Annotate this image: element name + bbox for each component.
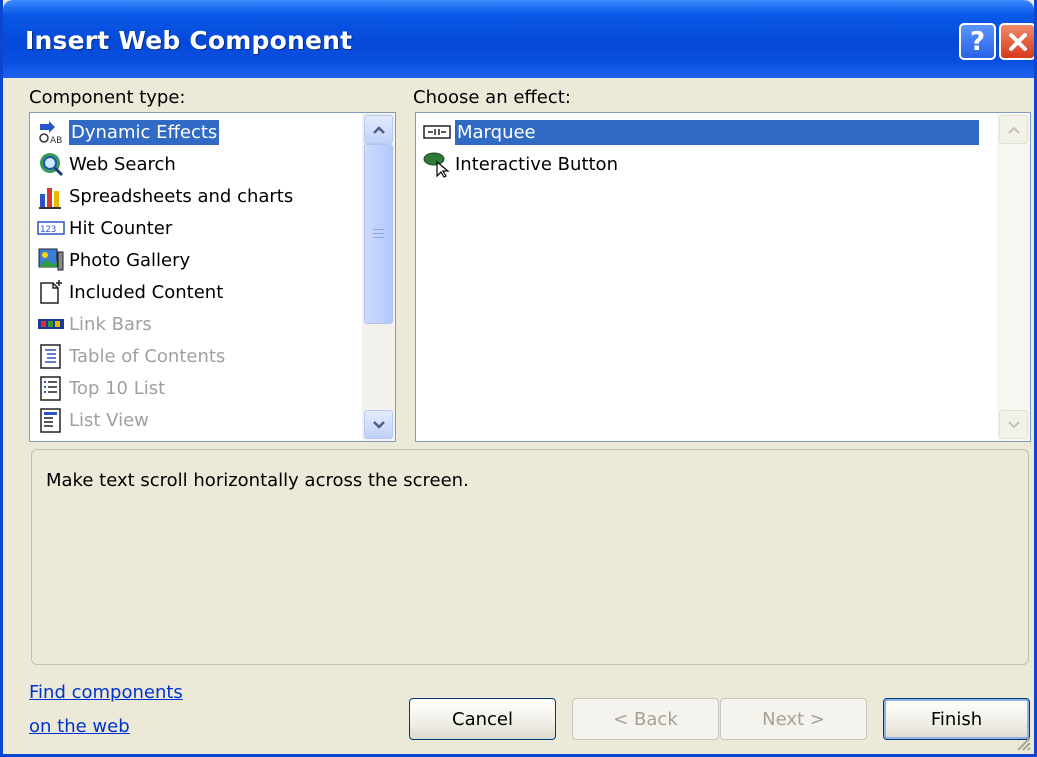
scroll-thumb[interactable] bbox=[364, 144, 393, 324]
list-item-spreadsheets-charts[interactable]: Spreadsheets and charts bbox=[37, 181, 293, 211]
list-item-marquee[interactable]: Marquee bbox=[423, 117, 979, 147]
effect-list-scrollbar[interactable] bbox=[997, 113, 1030, 441]
dialog-window: Insert Web Component ? Component type: A… bbox=[0, 0, 1037, 757]
resize-grip-icon[interactable] bbox=[1012, 732, 1032, 752]
close-icon bbox=[1008, 32, 1027, 51]
finish-button[interactable]: Finish bbox=[883, 698, 1030, 740]
interactive-button-icon bbox=[423, 150, 451, 178]
list-item-table-of-contents[interactable]: Table of Contents bbox=[37, 341, 225, 371]
included-content-icon bbox=[37, 278, 65, 306]
effect-scroll-down-button[interactable] bbox=[999, 410, 1028, 439]
photo-gallery-icon bbox=[37, 246, 65, 274]
find-components-link-line2[interactable]: on the web bbox=[29, 716, 130, 737]
next-button[interactable]: Next > bbox=[720, 698, 867, 740]
list-item-interactive-button[interactable]: Interactive Button bbox=[423, 149, 618, 179]
list-view-icon bbox=[37, 406, 65, 434]
dynamic-effects-icon: AB bbox=[37, 118, 65, 146]
marquee-icon bbox=[423, 118, 451, 146]
web-search-icon bbox=[37, 150, 65, 178]
svg-text:123: 123 bbox=[40, 225, 56, 235]
top-10-list-icon bbox=[37, 374, 65, 402]
title-bar[interactable]: Insert Web Component ? bbox=[3, 0, 1034, 78]
back-button[interactable]: < Back bbox=[572, 698, 719, 740]
chevron-down-icon bbox=[1007, 420, 1020, 428]
chevron-up-icon bbox=[372, 125, 385, 134]
scroll-up-button[interactable] bbox=[364, 115, 393, 144]
spreadsheet-chart-icon bbox=[37, 182, 65, 210]
choose-effect-label: Choose an effect: bbox=[413, 87, 571, 108]
list-item-link-bars[interactable]: Link Bars bbox=[37, 309, 152, 339]
chevron-up-icon bbox=[1007, 126, 1020, 134]
table-of-contents-icon bbox=[37, 342, 65, 370]
list-item-photo-gallery[interactable]: Photo Gallery bbox=[37, 245, 190, 275]
hit-counter-icon: 123 bbox=[37, 214, 65, 242]
list-item-top-10-list[interactable]: Top 10 List bbox=[37, 373, 165, 403]
help-button[interactable]: ? bbox=[959, 23, 996, 60]
cancel-button[interactable]: Cancel bbox=[409, 698, 556, 740]
effect-scroll-up-button[interactable] bbox=[999, 115, 1028, 144]
svg-text:AB: AB bbox=[50, 136, 62, 146]
scroll-down-button[interactable] bbox=[364, 410, 393, 439]
component-type-label: Component type: bbox=[29, 87, 186, 108]
component-list-scrollbar[interactable] bbox=[362, 113, 395, 441]
description-panel: Make text scroll horizontally across the… bbox=[31, 449, 1029, 665]
dialog-title: Insert Web Component bbox=[25, 26, 353, 55]
list-item-hit-counter[interactable]: 123 Hit Counter bbox=[37, 213, 172, 243]
description-text: Make text scroll horizontally across the… bbox=[46, 470, 469, 491]
effect-list[interactable]: Marquee Interactive Button bbox=[415, 112, 1031, 442]
list-item-web-search[interactable]: Web Search bbox=[37, 149, 176, 179]
close-button[interactable] bbox=[999, 23, 1034, 60]
find-components-link[interactable]: Find components bbox=[29, 682, 183, 703]
chevron-down-icon bbox=[372, 420, 385, 429]
list-item-included-content[interactable]: Included Content bbox=[37, 277, 223, 307]
list-item-list-view[interactable]: List View bbox=[37, 405, 149, 435]
component-type-list[interactable]: AB Dynamic Effects Web Search Spreadshee… bbox=[29, 112, 396, 442]
link-bars-icon bbox=[37, 310, 65, 338]
list-item-dynamic-effects[interactable]: AB Dynamic Effects bbox=[37, 117, 220, 147]
